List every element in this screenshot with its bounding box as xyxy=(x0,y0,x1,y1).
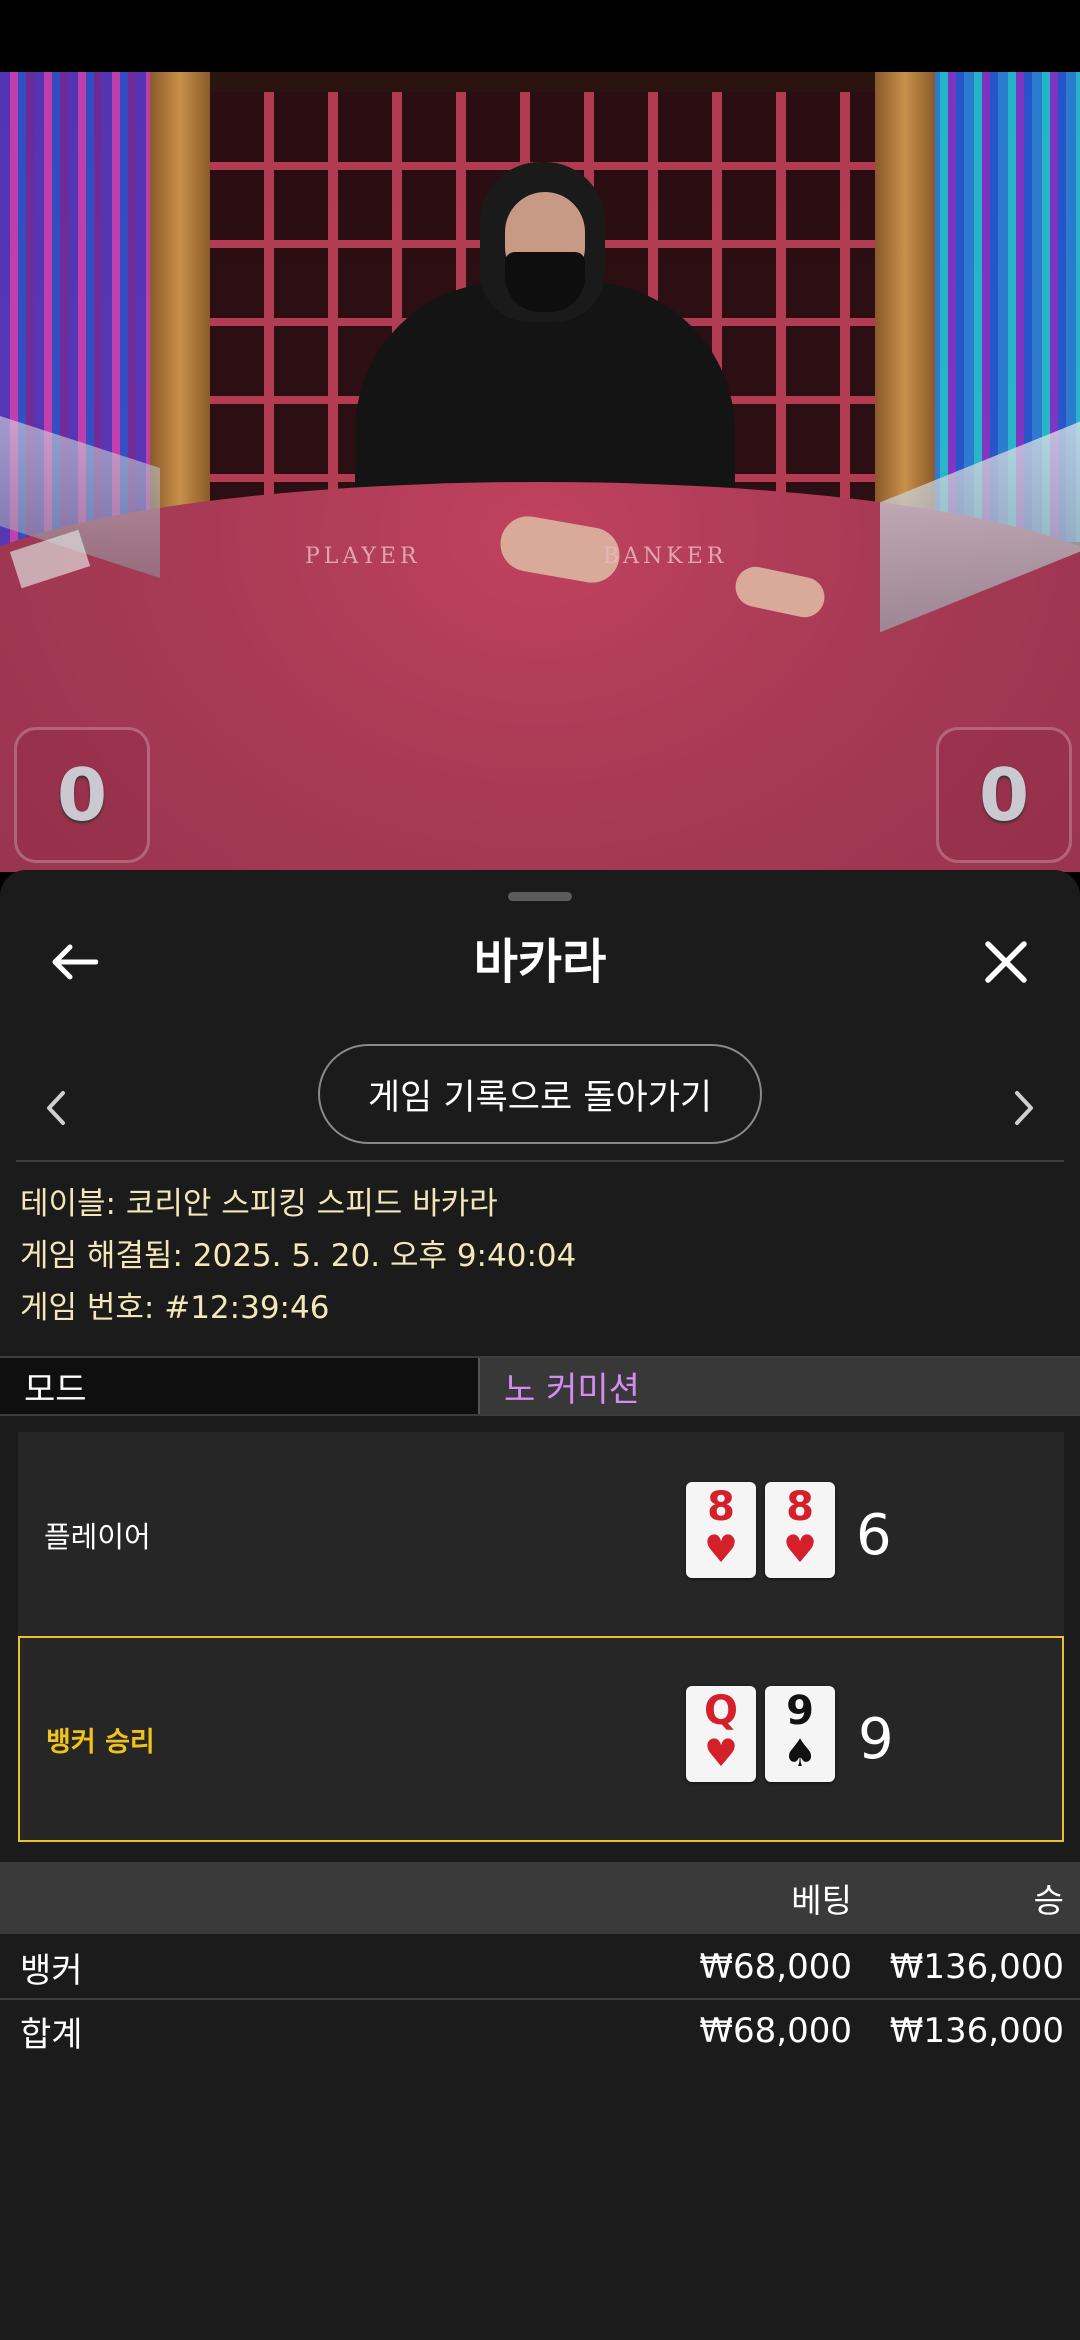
game-detail-sheet: 바카라 게임 기록으로 돌아가기 테이블: 코리안 스피킹 스피드 바카라 게임… xyxy=(0,870,1080,2340)
card-rank: Q xyxy=(703,1688,738,1734)
chevron-right-icon xyxy=(1015,1091,1033,1125)
table-label-banker: BANKER xyxy=(603,544,728,569)
mode-label: 모드 xyxy=(0,1358,478,1414)
heart-suit-icon: ♥ xyxy=(703,1731,739,1775)
status-bar xyxy=(0,0,1080,72)
back-to-history-button[interactable]: 게임 기록으로 돌아가기 xyxy=(318,1044,762,1144)
table-row: 뱅커 ₩68,000 ₩136,000 xyxy=(0,1936,1080,1998)
heart-suit-icon: ♥ xyxy=(703,1527,739,1571)
banker-win-label: 뱅커 승리 xyxy=(46,1726,155,1758)
table-name-info: 테이블: 코리안 스피킹 스피드 바카라 xyxy=(20,1186,498,1222)
total-win-amount: ₩136,000 xyxy=(889,2011,1064,2051)
mode-row: 모드 노 커미션 xyxy=(0,1356,1080,1416)
bets-table-header: 베팅 승 xyxy=(0,1862,1080,1934)
bet-type: 뱅커 xyxy=(20,1950,83,1991)
banker-hand-row: 뱅커 승리 Q ♥ 9 ♠ 9 xyxy=(18,1636,1064,1842)
total-label: 합계 xyxy=(20,2014,83,2055)
chevron-left-icon xyxy=(47,1091,65,1125)
player-score-display: 0 xyxy=(14,727,150,863)
game-number-info: 게임 번호: #12:39:46 xyxy=(20,1290,330,1326)
pillar-right xyxy=(875,72,935,552)
table-label-player: PLAYER xyxy=(305,544,421,569)
drag-handle[interactable] xyxy=(508,892,572,901)
card-rank: 9 xyxy=(786,1688,814,1734)
banker-hand-score: 9 xyxy=(858,1706,894,1772)
playing-card: 8 ♥ xyxy=(686,1482,756,1578)
mode-value: 노 커미션 xyxy=(478,1358,1080,1414)
divider xyxy=(16,1160,1064,1162)
close-button[interactable] xyxy=(976,932,1036,992)
total-row: 합계 ₩68,000 ₩136,000 xyxy=(0,2000,1080,2062)
win-amount: ₩136,000 xyxy=(889,1947,1064,1987)
player-hand-row: 플레이어 8 ♥ 8 ♥ 6 xyxy=(18,1432,1064,1638)
heart-suit-icon: ♥ xyxy=(782,1527,818,1571)
live-video-feed: PLAYER BANKER 0 0 xyxy=(0,72,1080,872)
card-rank: 8 xyxy=(707,1484,735,1530)
bet-amount: ₩68,000 xyxy=(699,1947,852,1987)
next-game-button[interactable] xyxy=(1004,1078,1044,1138)
previous-game-button[interactable] xyxy=(36,1078,76,1138)
bet-column-header: 베팅 xyxy=(791,1881,852,1920)
player-hand-score: 6 xyxy=(856,1502,892,1568)
playing-card: 9 ♠ xyxy=(765,1686,835,1782)
game-resolved-info: 게임 해결됨: 2025. 5. 20. 오후 9:40:04 xyxy=(20,1238,577,1274)
card-rank: 8 xyxy=(786,1484,814,1530)
close-icon xyxy=(985,941,1027,983)
win-column-header: 승 xyxy=(1033,1881,1064,1920)
player-hand-label: 플레이어 xyxy=(44,1520,151,1554)
spade-suit-icon: ♠ xyxy=(782,1731,818,1775)
playing-card: 8 ♥ xyxy=(765,1482,835,1578)
total-bet-amount: ₩68,000 xyxy=(699,2011,852,2051)
sheet-title: 바카라 xyxy=(473,934,607,990)
playing-card: Q ♥ xyxy=(686,1686,756,1782)
dealer-mask xyxy=(505,252,585,312)
banker-score-display: 0 xyxy=(936,727,1072,863)
